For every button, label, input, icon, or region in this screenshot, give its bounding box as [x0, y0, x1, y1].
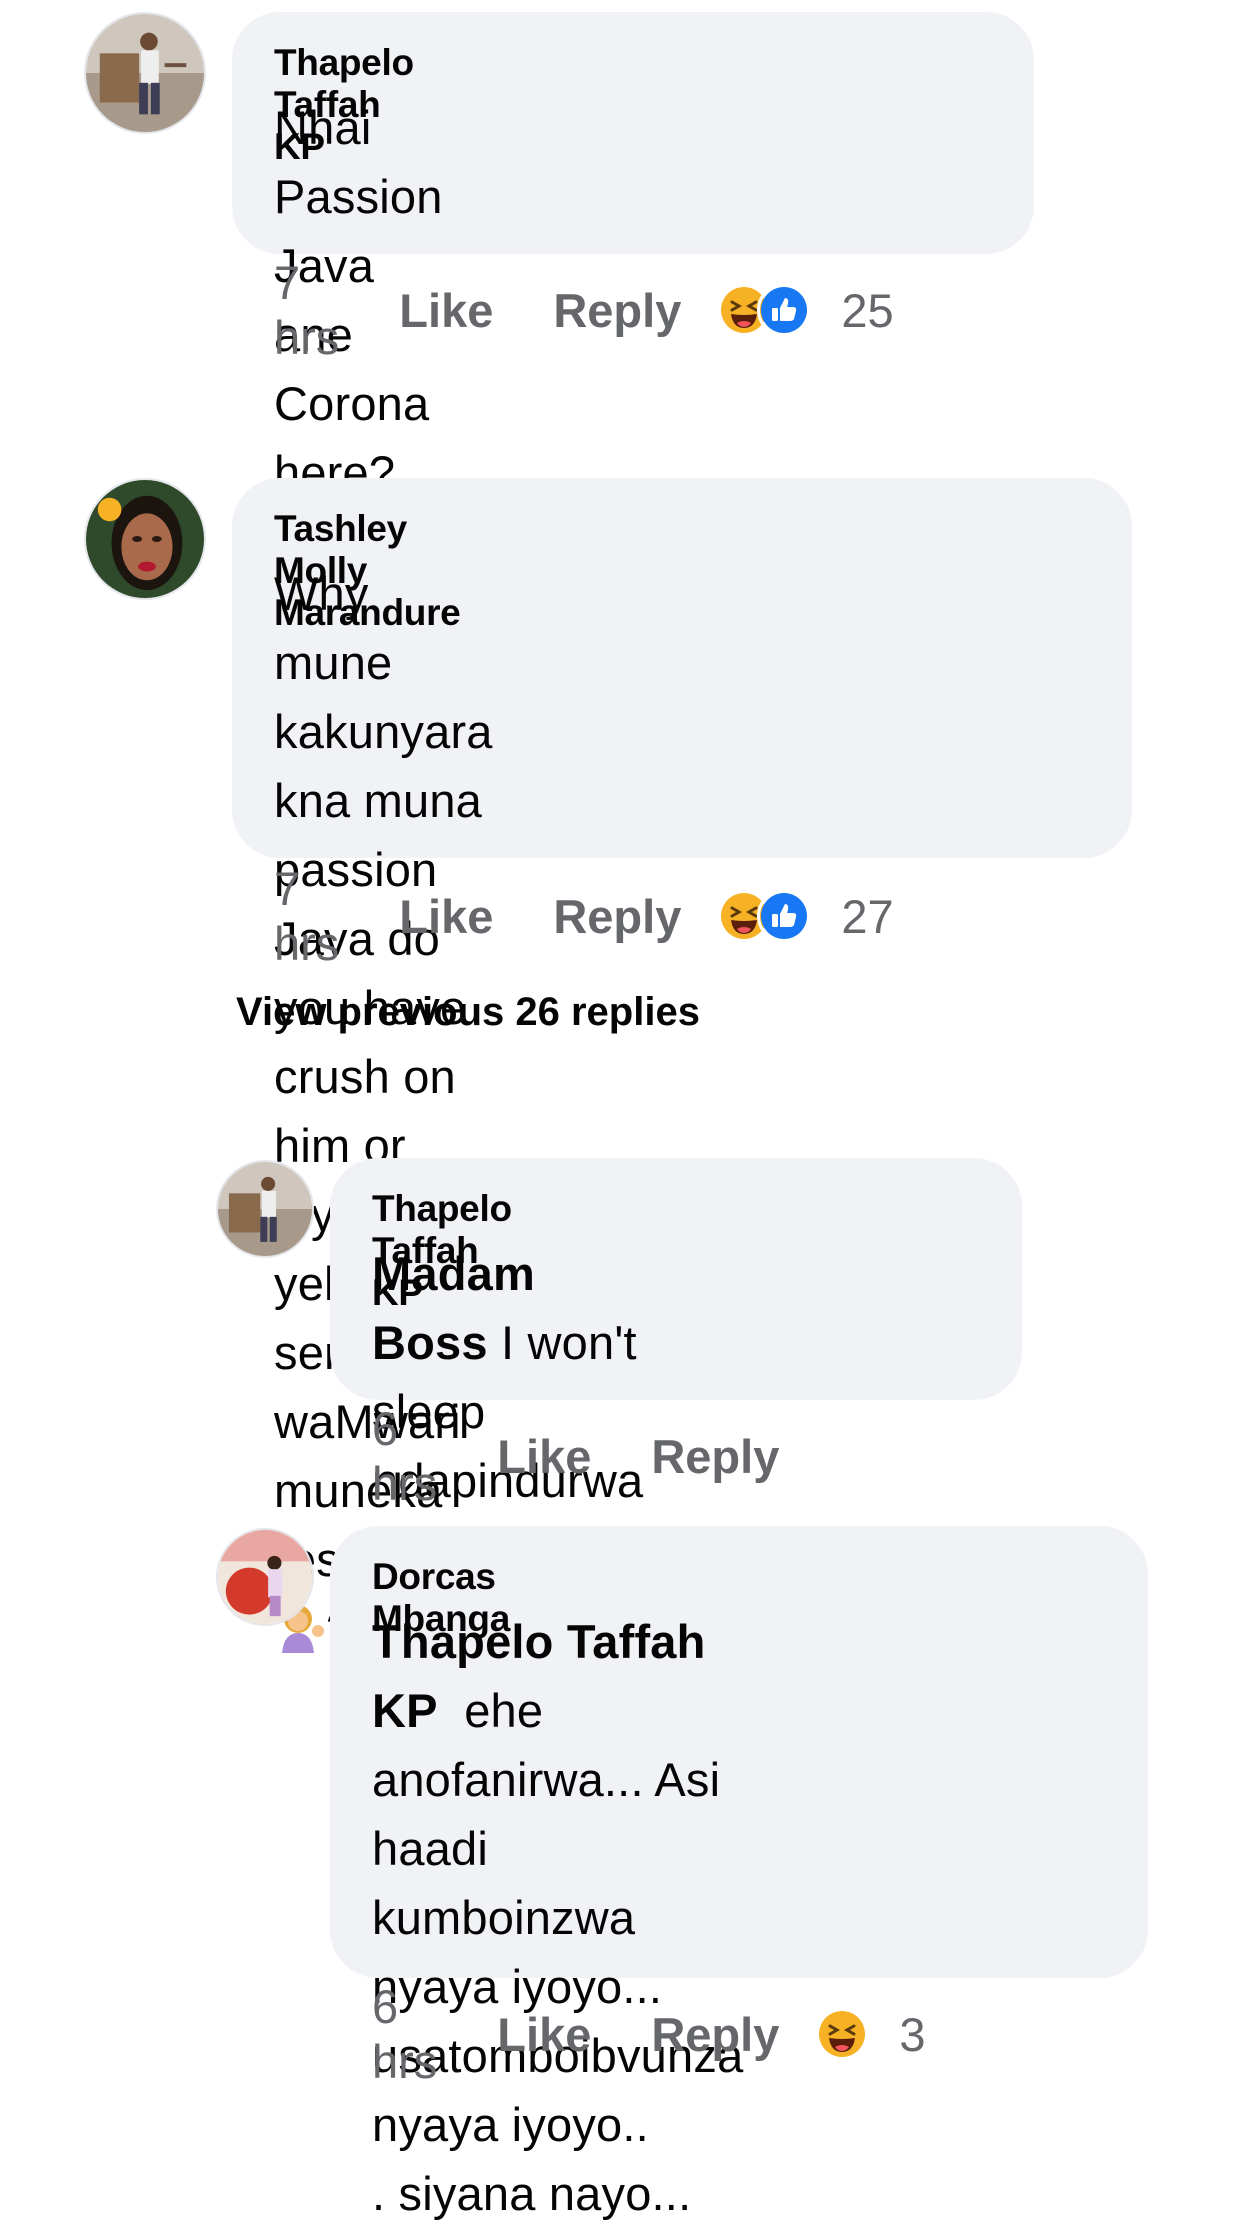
like-button[interactable]: Like — [399, 889, 493, 944]
avatar[interactable] — [216, 1528, 314, 1626]
reply-text: Thapelo Taffah KP ehe anofanirwa... Asi … — [372, 1615, 744, 2220]
like-button[interactable]: Like — [399, 283, 493, 338]
like-icon — [757, 889, 812, 943]
comment-actions: 7 hrs Like Reply 27 — [274, 862, 894, 970]
reaction-count: 25 — [841, 283, 894, 337]
reply-button[interactable]: Reply — [651, 1429, 779, 1484]
comment-time[interactable]: 7 hrs — [274, 255, 339, 365]
avatar[interactable] — [84, 478, 206, 600]
comment-time[interactable]: 7 hrs — [274, 861, 339, 971]
avatar[interactable] — [84, 12, 206, 134]
reply-actions: 6 hrs Like Reply 3 — [372, 1980, 925, 2088]
like-button[interactable]: Like — [497, 2007, 591, 2062]
like-icon — [757, 283, 812, 337]
avatar[interactable] — [216, 1160, 314, 1258]
avatar-image — [86, 480, 204, 598]
comment-actions: 7 hrs Like Reply 25 — [274, 256, 894, 364]
reply-button[interactable]: Reply — [553, 283, 681, 338]
reply-button[interactable]: Reply — [553, 889, 681, 944]
reactions[interactable]: 3 — [815, 2007, 925, 2062]
avatar-image — [218, 1162, 312, 1256]
reaction-count: 3 — [899, 2007, 926, 2061]
reply-button[interactable]: Reply — [651, 2007, 779, 2062]
avatar-image — [86, 14, 204, 132]
reply-time[interactable]: 6 hrs — [372, 1401, 437, 1511]
avatar-image — [218, 1530, 312, 1624]
reply-time[interactable]: 6 hrs — [372, 1979, 437, 2089]
like-button[interactable]: Like — [497, 1429, 591, 1484]
reply-actions: 6 hrs Like Reply — [372, 1402, 779, 1510]
reaction-count: 27 — [841, 889, 894, 943]
view-previous-replies-link[interactable]: View previous 26 replies — [236, 990, 700, 1035]
haha-icon — [815, 2007, 870, 2061]
reactions[interactable]: 25 — [717, 283, 894, 338]
reactions[interactable]: 27 — [717, 889, 894, 944]
